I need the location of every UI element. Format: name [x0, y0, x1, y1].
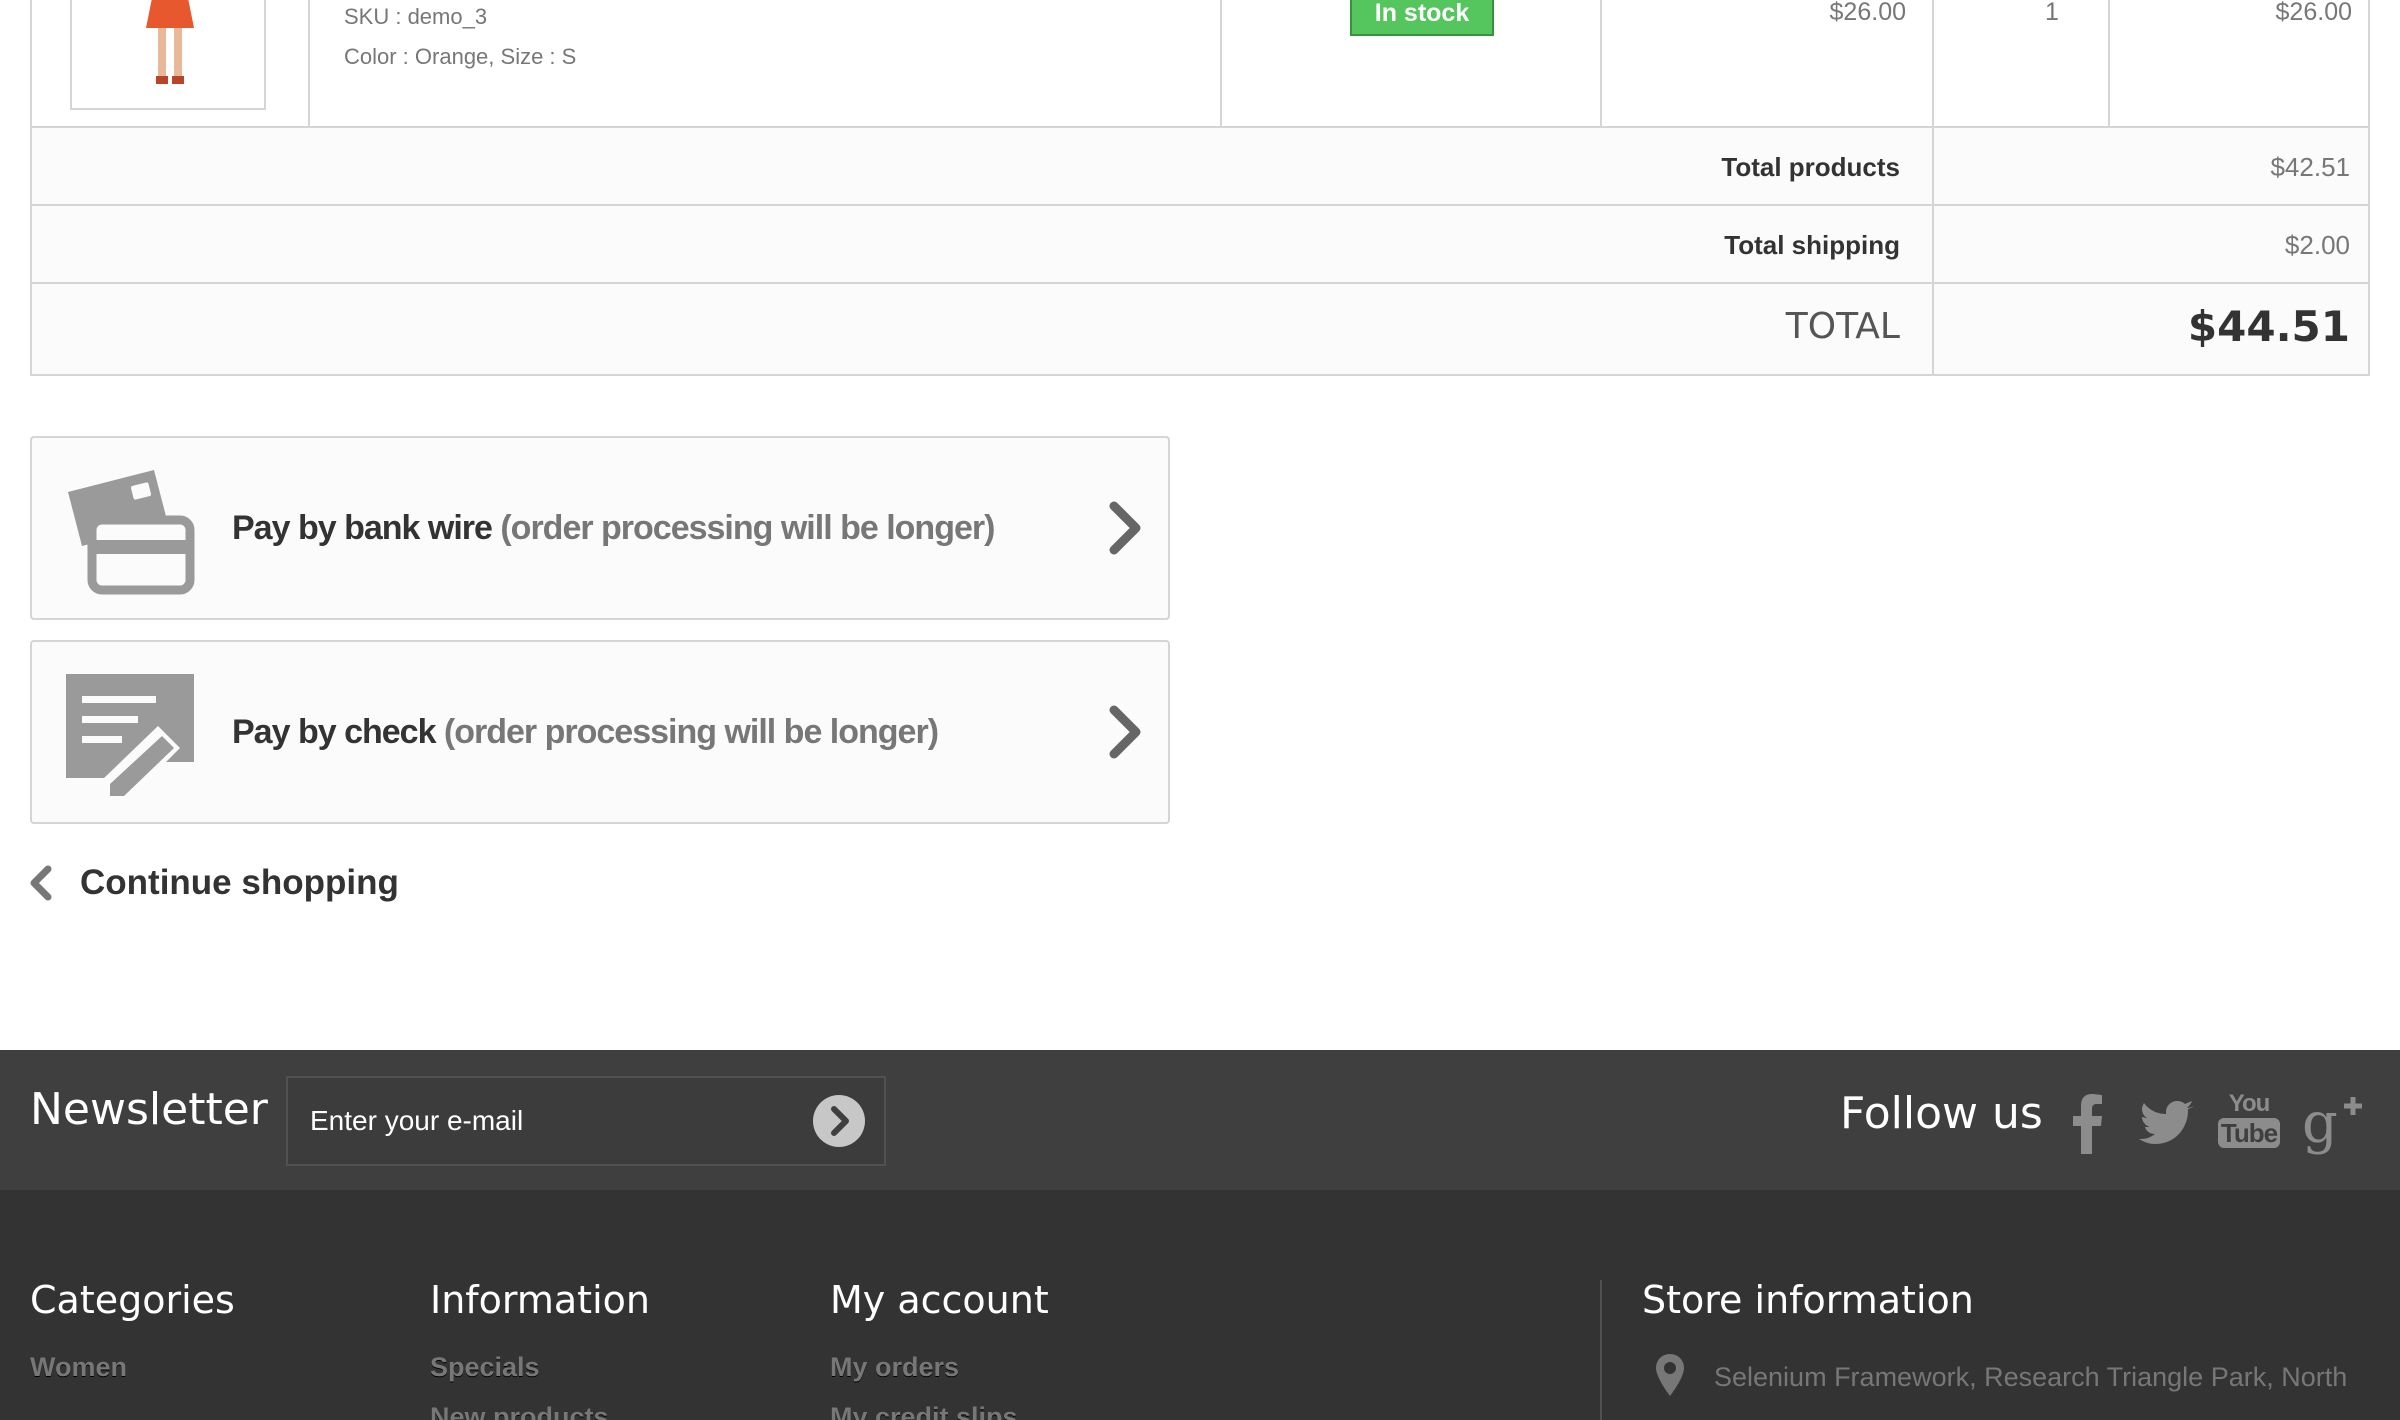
- unit-price: $26.00: [1829, 0, 1906, 26]
- payment-title: Pay by check: [232, 713, 436, 751]
- store-address: Selenium Framework, Research Triangle Pa…: [1714, 1362, 2348, 1392]
- twitter-icon[interactable]: [2138, 1092, 2198, 1156]
- product-thumbnail[interactable]: [70, 0, 266, 110]
- column-divider: [1600, 0, 1602, 126]
- line-total: $26.00: [2275, 0, 2352, 26]
- payment-note: (order processing will be longer): [435, 713, 939, 751]
- newsletter-title: Newsletter: [30, 1084, 268, 1135]
- grand-total-value: $44.51: [2187, 302, 2350, 351]
- column-divider: [1932, 206, 1934, 282]
- map-marker-icon: [1656, 1354, 1684, 1396]
- pay-by-bank-wire-button[interactable]: Pay by bank wire (order processing will …: [30, 436, 1170, 620]
- chevron-right-icon: [1109, 705, 1141, 759]
- column-divider: [1220, 0, 1222, 126]
- chevron-right-icon: [1109, 501, 1141, 555]
- column-divider: [2108, 0, 2110, 126]
- check-pen-icon: [66, 674, 194, 802]
- availability-badge: In stock: [1350, 0, 1494, 36]
- column-divider: [1932, 128, 1934, 204]
- footer-link-specials[interactable]: Specials: [430, 1352, 540, 1383]
- pay-by-check-button[interactable]: Pay by check (order processing will be l…: [30, 640, 1170, 824]
- footer-link-my-credit-slips[interactable]: My credit slips: [830, 1402, 1018, 1420]
- newsletter-submit-icon[interactable]: [812, 1094, 866, 1148]
- total-shipping-value: $2.00: [2284, 230, 2350, 260]
- column-divider: [1932, 0, 1934, 126]
- grand-total-row: TOTAL $44.51: [30, 284, 2370, 376]
- footer-my-account-title: My account: [830, 1278, 1049, 1322]
- table-row: SKU : demo_3 Color : Orange, Size : S In…: [30, 0, 2370, 128]
- payment-note: (order processing will be longer): [491, 509, 995, 547]
- continue-shopping-link[interactable]: Continue shopping: [28, 858, 399, 908]
- total-products-row: Total products $42.51: [30, 128, 2370, 206]
- youtube-you-text: You: [2228, 1090, 2271, 1117]
- payment-title: Pay by bank wire: [232, 509, 493, 547]
- footer-divider: [1600, 1280, 1602, 1420]
- product-sku: SKU : demo_3: [344, 4, 488, 29]
- column-divider: [1932, 284, 1934, 374]
- footer-store-information-title: Store information: [1642, 1278, 1974, 1322]
- footer: Categories Women Information Specials Ne…: [0, 1190, 2400, 1420]
- follow-us-title: Follow us: [1840, 1088, 2043, 1139]
- product-attributes: Color : Orange, Size : S: [344, 44, 577, 69]
- footer-link-new-products[interactable]: New products: [430, 1402, 609, 1420]
- footer-link-women[interactable]: Women: [30, 1352, 127, 1383]
- bank-wire-card-icon: [68, 470, 195, 595]
- total-products-label: Total products: [1721, 152, 1900, 182]
- footer-link-my-orders[interactable]: My orders: [830, 1352, 959, 1383]
- google-plus-icon[interactable]: g: [2300, 1092, 2364, 1156]
- newsletter-bar: Newsletter Follow us You Tube g: [0, 1050, 2400, 1190]
- youtube-tube-text: Tube: [2218, 1118, 2280, 1148]
- chevron-left-icon: [30, 865, 52, 901]
- youtube-icon[interactable]: You Tube: [2218, 1092, 2280, 1156]
- quantity-value: 1: [2045, 0, 2059, 26]
- pay-by-check-label: Pay by check (order processing will be l…: [232, 642, 939, 822]
- total-shipping-label: Total shipping: [1724, 230, 1900, 260]
- continue-shopping-label: Continue shopping: [80, 863, 399, 902]
- total-shipping-row: Total shipping $2.00: [30, 206, 2370, 284]
- product-image: [72, 0, 264, 108]
- footer-information-title: Information: [430, 1278, 650, 1322]
- footer-categories-title: Categories: [30, 1278, 235, 1322]
- svg-text:g: g: [2302, 1092, 2338, 1156]
- facebook-icon[interactable]: [2058, 1092, 2118, 1156]
- newsletter-email-input[interactable]: [310, 1078, 790, 1164]
- newsletter-form: [286, 1076, 886, 1166]
- grand-total-label: TOTAL: [1785, 306, 1900, 347]
- pay-by-bank-wire-label: Pay by bank wire (order processing will …: [232, 438, 995, 618]
- total-products-value: $42.51: [2270, 152, 2350, 182]
- column-divider: [308, 0, 310, 126]
